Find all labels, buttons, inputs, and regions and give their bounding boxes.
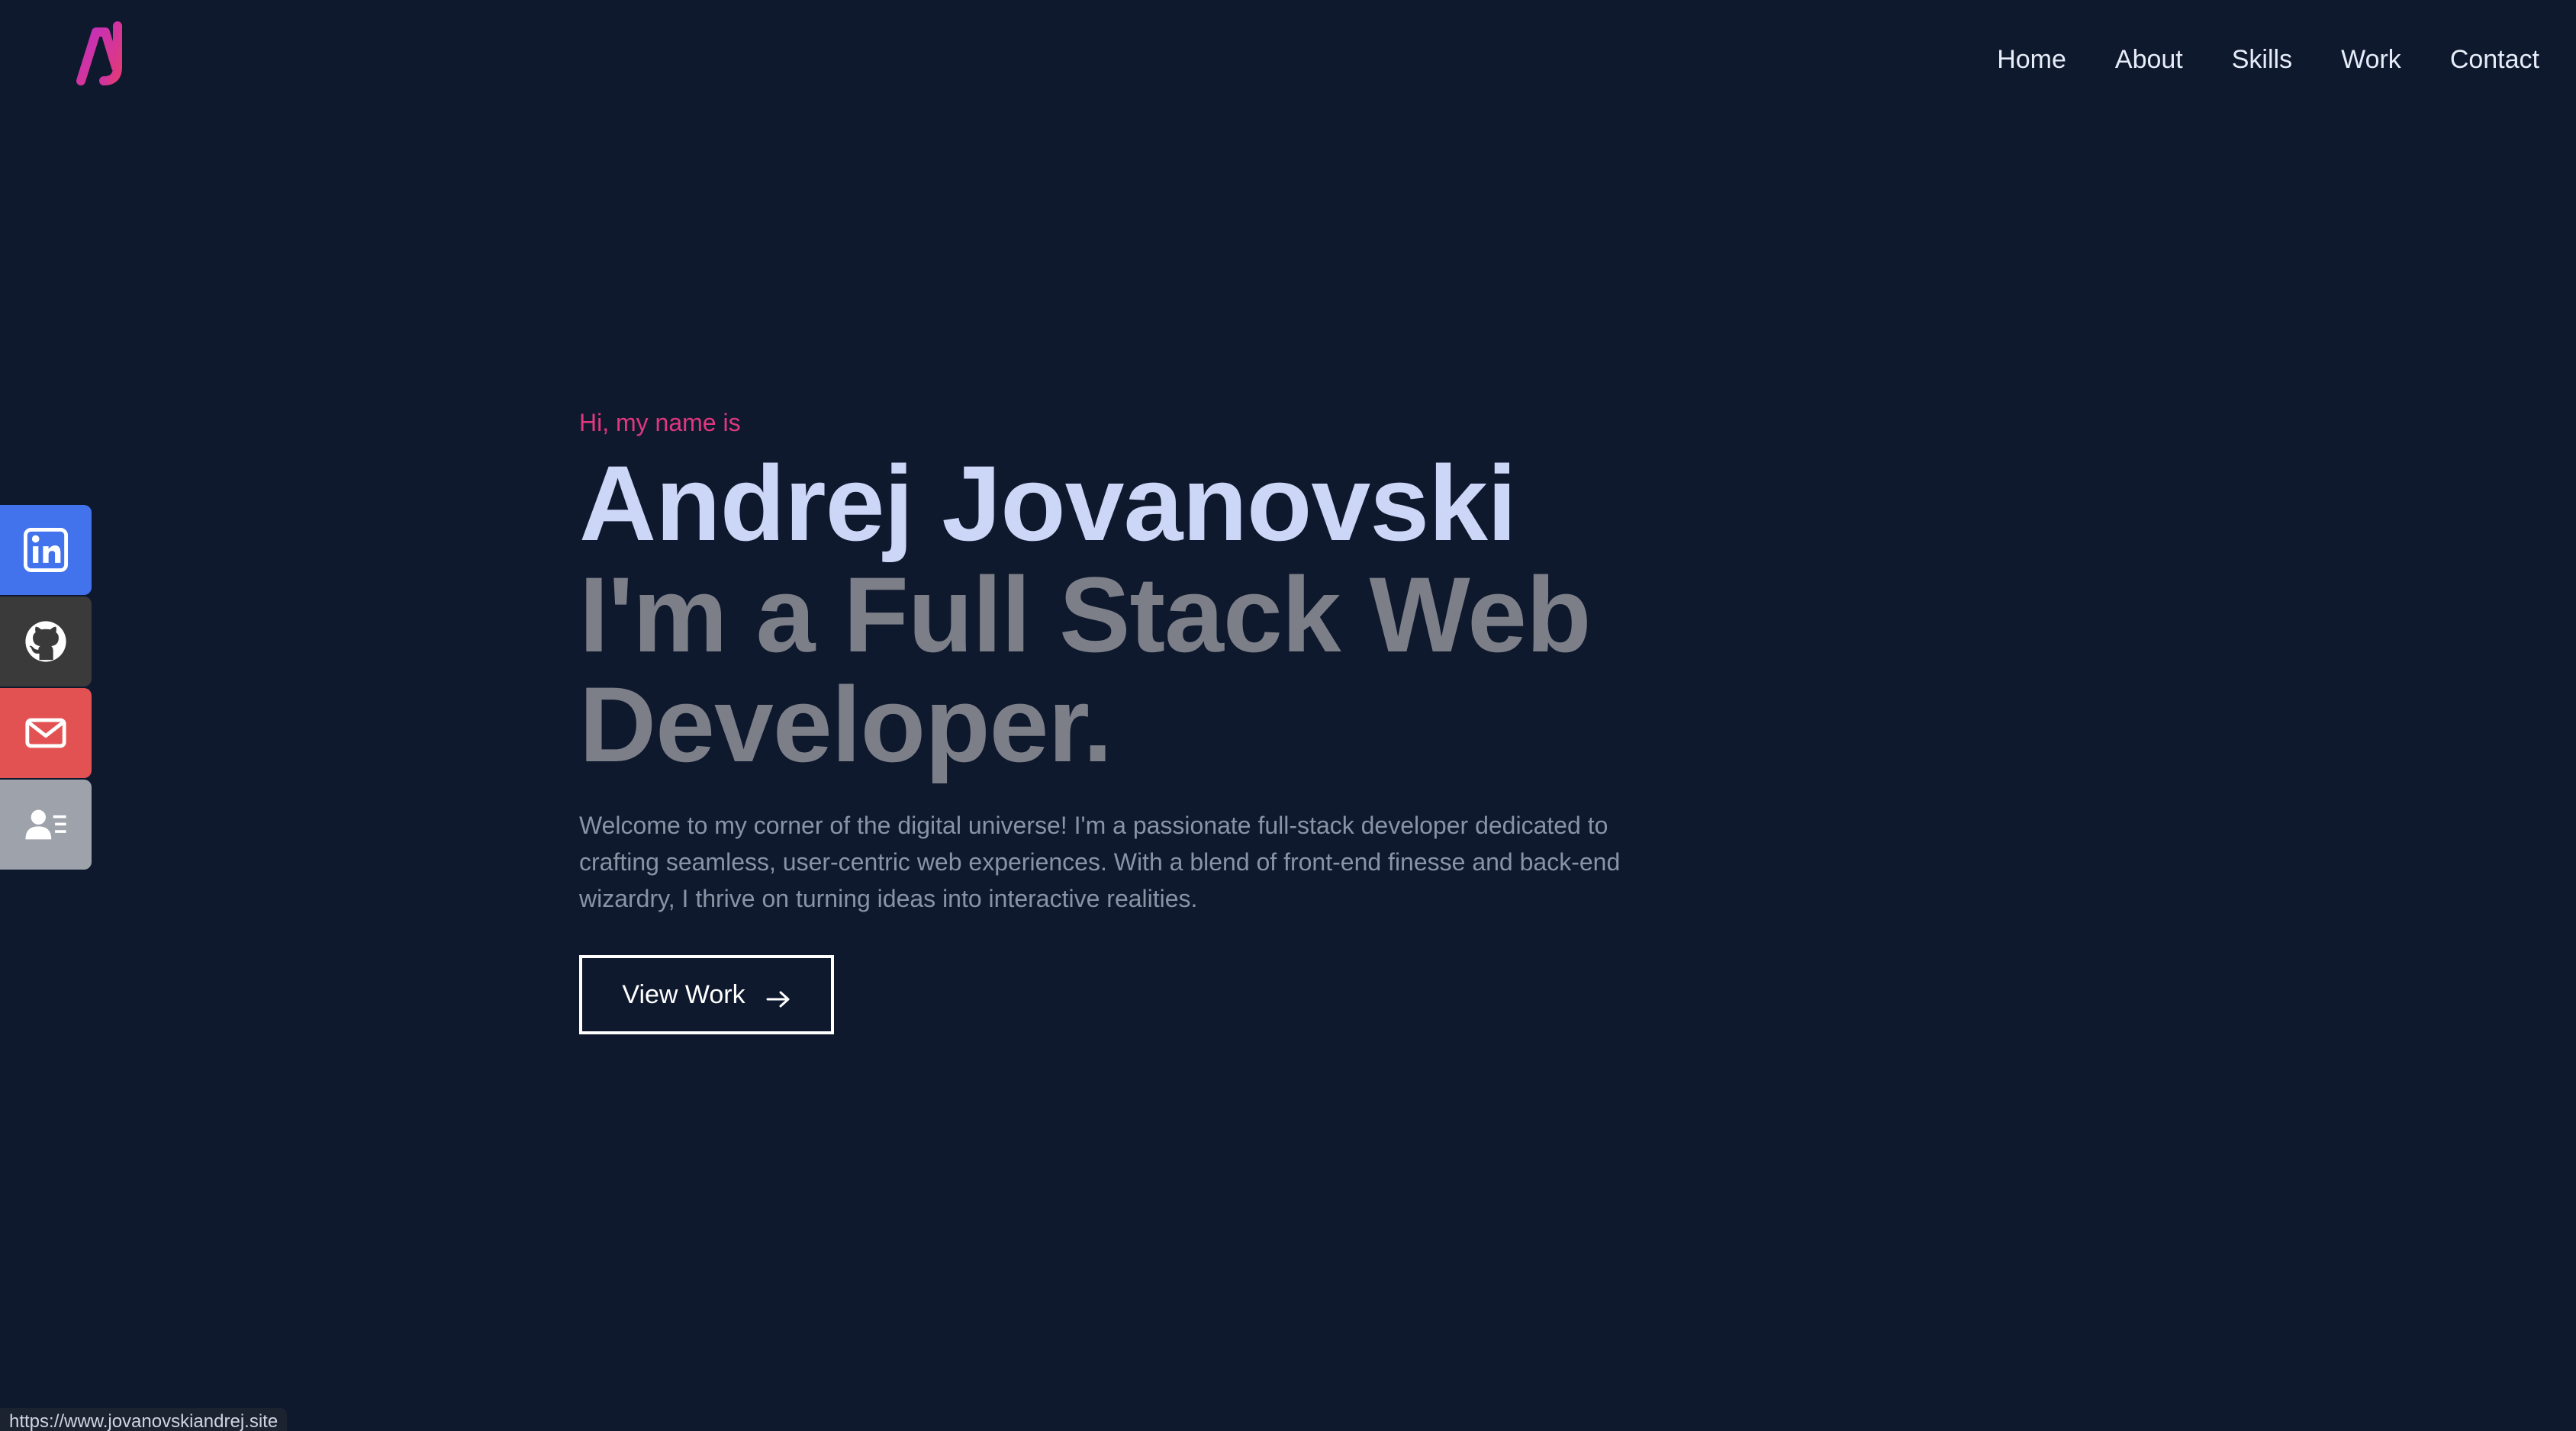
portfolio-page: Home About Skills Work Contact Hi, my na… — [0, 0, 2576, 1431]
mail-icon — [25, 718, 66, 748]
hero-name: Andrej Jovanovski — [579, 443, 1517, 563]
nav-item-home[interactable]: Home — [1997, 41, 2066, 78]
nav-item-skills[interactable]: Skills — [2232, 41, 2292, 78]
nav-item-about[interactable]: About — [2115, 41, 2183, 78]
main-nav: Home About Skills Work Contact — [1948, 41, 2539, 78]
hero-section: Hi, my name is Andrej Jovanovski I'm a F… — [579, 404, 1678, 1034]
hero-intro: Welcome to my corner of the digital univ… — [579, 812, 1621, 912]
linkedin-button[interactable] — [0, 505, 92, 595]
link-preview-status: https://www.jovanovskiandrej.site — [0, 1408, 288, 1431]
nav-item-contact[interactable]: Contact — [2450, 41, 2539, 78]
linkedin-icon — [24, 528, 68, 572]
aj-logo-icon[interactable] — [73, 21, 131, 85]
github-icon — [25, 621, 66, 662]
view-work-label: View Work — [622, 979, 745, 1009]
view-work-button[interactable]: View Work — [579, 955, 834, 1034]
social-sidebar — [0, 505, 92, 871]
hero-role: I'm a Full Stack Web Developer. — [579, 555, 1592, 784]
nav-item-work[interactable]: Work — [2341, 41, 2401, 78]
resume-icon — [25, 809, 66, 840]
github-button[interactable] — [0, 597, 92, 687]
email-button[interactable] — [0, 688, 92, 778]
arrow-right-icon — [765, 986, 791, 1008]
greeting-text: Hi, my name is — [579, 409, 741, 436]
resume-button[interactable] — [0, 780, 92, 870]
